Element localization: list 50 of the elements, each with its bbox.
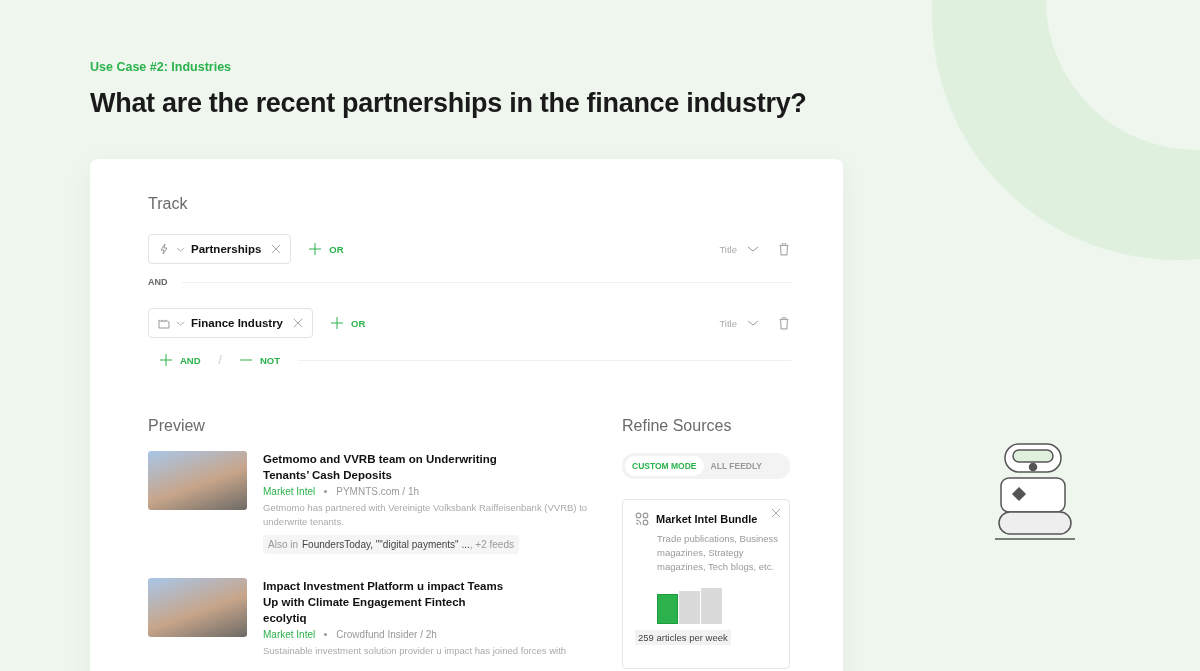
separator-slash: /	[218, 353, 222, 367]
bullet-icon	[324, 490, 328, 493]
scope-dropdown[interactable]: Title	[719, 317, 759, 329]
add-or-button[interactable]: OR	[331, 317, 366, 329]
keyword-text: Finance Industry	[191, 317, 284, 329]
section-title: Track	[148, 195, 189, 213]
keyword-text: Partnerships	[191, 243, 262, 255]
factory-icon	[158, 317, 170, 329]
close-icon	[771, 508, 781, 518]
joiner-label: AND	[148, 277, 168, 287]
source-time: Crowdfund Insider / 2h	[336, 629, 437, 640]
feed-name[interactable]: Market Intel	[263, 486, 316, 497]
eyebrow-label: Use Case #2: Industries	[90, 60, 233, 74]
bundle-name: Market Intel Bundle	[656, 513, 758, 525]
articles-per-week: 259 articles per week	[635, 630, 731, 645]
article-summary: Sustainable investment solution provider u impact has joined forces with	[263, 644, 567, 658]
mode-tab[interactable]: ALL FEEDLY	[703, 456, 770, 476]
headline: What are the recent partnerships in the finance industry?	[90, 88, 808, 119]
keyword-chip[interactable]: Finance Industry	[148, 308, 314, 338]
close-icon	[293, 318, 304, 328]
also-in-feeds: FoundersToday, ""digital payments" ...	[302, 539, 470, 550]
add-not-button[interactable]: NOT	[239, 354, 280, 366]
bullet-icon	[324, 633, 328, 636]
lightning-icon	[158, 243, 170, 255]
volume-bar[interactable]	[679, 591, 700, 624]
close-icon	[271, 244, 282, 254]
plus-icon	[309, 243, 322, 255]
section-title: Refine Sources	[622, 417, 733, 435]
volume-bar[interactable]	[657, 594, 678, 624]
trash-icon	[777, 242, 791, 256]
source-bundle-icon	[635, 512, 649, 526]
article-title[interactable]: Getmomo and VVRB team on Underwriting Tenants’ Cash Deposits	[263, 451, 508, 483]
add-and-button[interactable]: AND	[160, 354, 201, 366]
keyword-chip[interactable]: Partnerships	[148, 234, 292, 264]
also-in-label: Also in	[268, 539, 298, 550]
more-feeds: , +2 feeds	[469, 539, 514, 550]
article-title[interactable]: Impact Investment Platform u impact Teams Up with Climate Engagement Fintech ecolytiq	[263, 578, 508, 626]
source-time: PYMNTS.com / 1h	[336, 486, 420, 497]
section-title: Preview	[148, 417, 206, 435]
add-or-button[interactable]: OR	[309, 243, 344, 255]
trash-icon	[777, 316, 791, 330]
volume-bar[interactable]	[701, 588, 722, 624]
bundle-description: Trade publications, Business magazines, Strategy magazines, Tech blogs, etc.	[657, 532, 780, 574]
scope-dropdown[interactable]: Title	[719, 243, 759, 255]
plus-icon	[160, 354, 172, 366]
feed-name[interactable]: Market Intel	[263, 629, 316, 640]
close-button[interactable]	[771, 508, 781, 518]
article-summary: Getmomo has partnered with Vereinigte Volksbank Raiffeisenbank (VVRB) to underwrite tenants.	[263, 501, 589, 529]
mode-tab[interactable]: CUSTOM MODE	[625, 456, 704, 476]
plus-icon	[331, 317, 344, 329]
